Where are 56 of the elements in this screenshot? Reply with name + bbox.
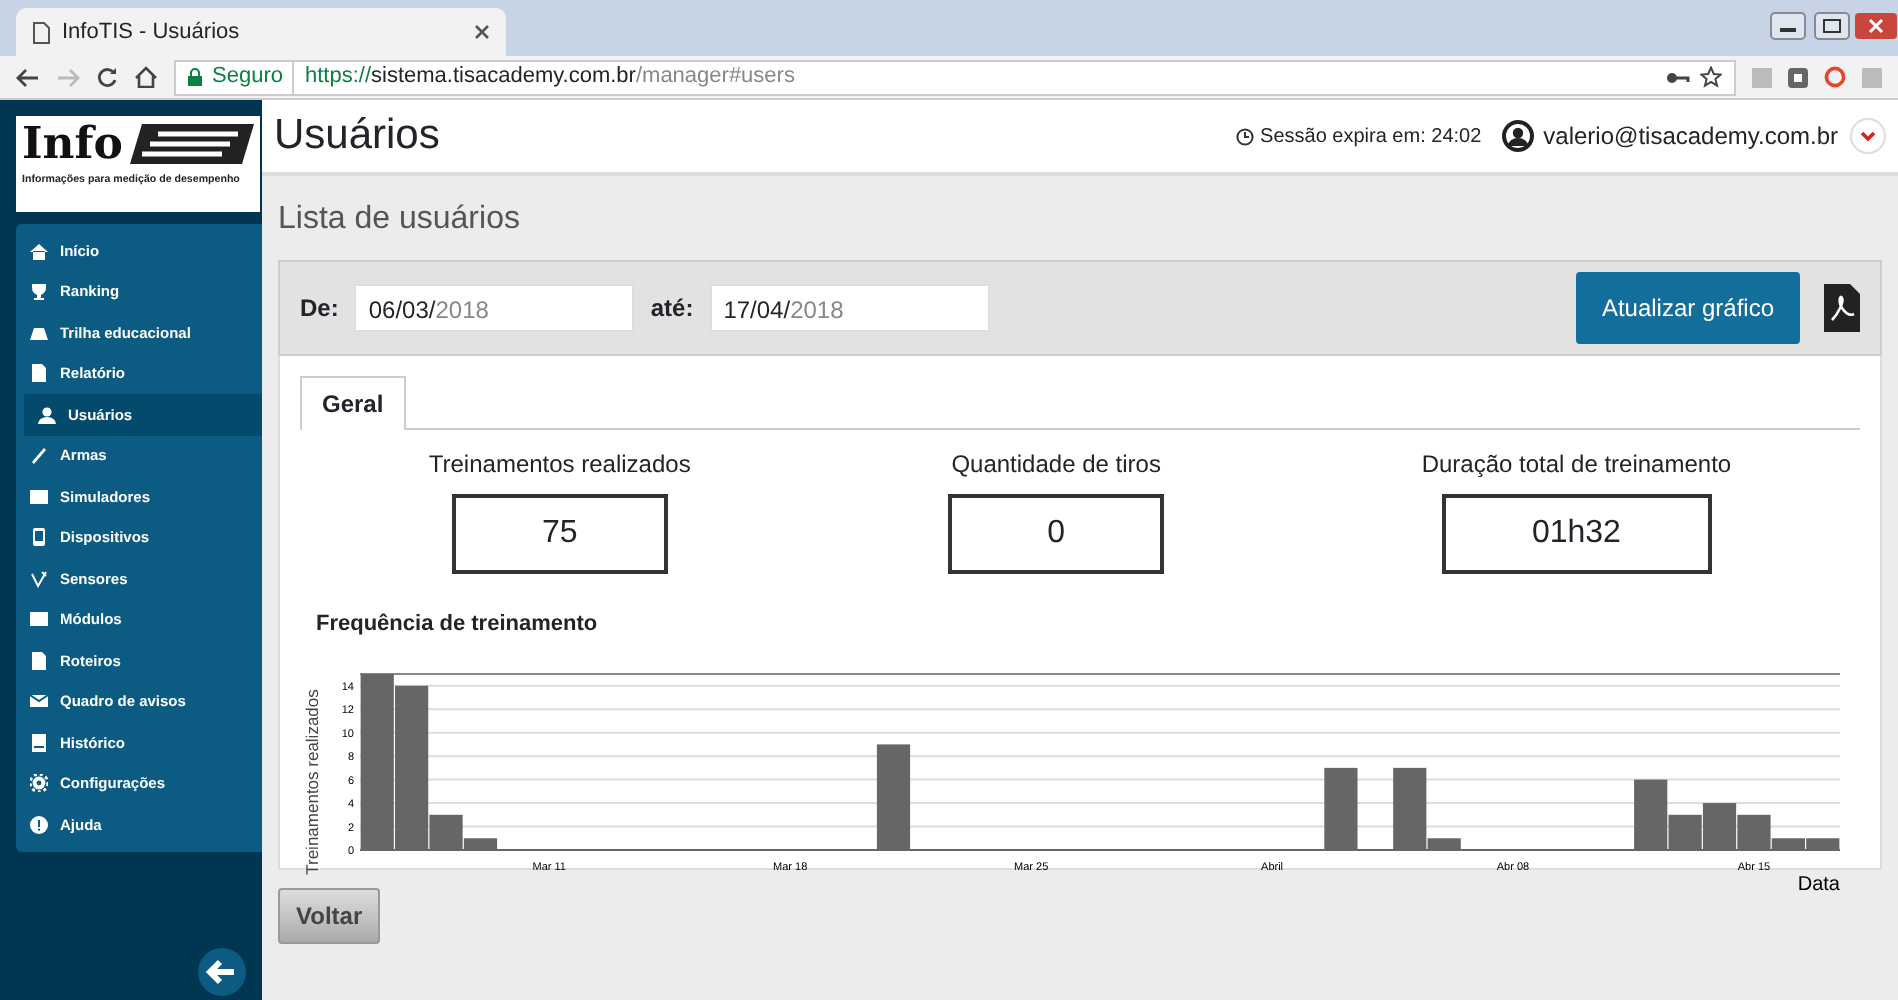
panel-icon	[30, 610, 48, 629]
pdf-icon[interactable]	[1824, 284, 1860, 332]
update-chart-button[interactable]: Atualizar gráfico	[1575, 272, 1800, 344]
home-icon[interactable]	[134, 66, 158, 88]
sensor-icon	[30, 569, 48, 588]
key-icon[interactable]	[1666, 69, 1690, 85]
home-icon	[30, 241, 48, 260]
page-header-title: Usuários	[274, 110, 442, 163]
reload-icon[interactable]	[96, 66, 118, 88]
clock-icon	[1236, 127, 1255, 145]
axis-label: Data	[1797, 873, 1840, 895]
trophy-icon	[30, 282, 48, 301]
page-icon	[32, 21, 50, 43]
stat-label: Quantidade de tiros	[951, 448, 1161, 482]
stat-label: Treinamentos realizados	[428, 448, 691, 482]
gear-icon	[30, 774, 48, 793]
user-email[interactable]: valerio@tisacademy.com.br	[1543, 118, 1838, 154]
back-icon[interactable]	[16, 67, 40, 87]
date-field[interactable]: 17/04/2018	[709, 284, 990, 332]
user-icon	[38, 405, 56, 424]
back-button[interactable]: Voltar	[278, 888, 381, 944]
address-bar[interactable]: Seguro https://sistema.tisacademy.com.br/manager#users	[174, 59, 1736, 95]
lock-icon	[188, 68, 202, 86]
envelope-icon	[30, 692, 48, 711]
document-icon	[30, 651, 48, 670]
chart-title: Frequência de treinamento	[316, 610, 600, 640]
minimize-icon[interactable]	[1770, 12, 1806, 40]
close-icon[interactable]	[1854, 12, 1898, 40]
star-icon[interactable]	[1700, 66, 1722, 88]
url-text: https://sistema.tisacademy.com.br/manager#users	[304, 62, 797, 93]
phone-icon	[30, 528, 48, 547]
axis-label: Treinamentos realizados	[302, 688, 322, 874]
logo-mark	[130, 122, 255, 166]
stat-label: Duração total de treinamento	[1421, 448, 1732, 482]
stat-value: 0	[948, 494, 1165, 574]
close-icon[interactable]	[474, 24, 490, 40]
session-timer: Sessão expira em: 24:02	[1260, 123, 1482, 151]
section-title: Lista de usuários	[278, 200, 522, 240]
browser-tab[interactable]: InfoTIS - Usuários	[16, 8, 506, 56]
dropdown-icon[interactable]	[1850, 118, 1886, 154]
date-field[interactable]: 06/03/2018	[354, 284, 635, 332]
monitor-icon	[30, 487, 48, 506]
stat-value: 01h32	[1441, 494, 1712, 574]
info-icon	[30, 815, 48, 834]
maximize-icon[interactable]	[1814, 12, 1850, 40]
user-avatar-icon[interactable]	[1501, 120, 1534, 152]
field-label: De:	[300, 292, 339, 326]
pen-icon	[30, 446, 48, 465]
tab-title: InfoTIS - Usuários	[62, 17, 242, 48]
stat-value: 75	[451, 494, 668, 574]
book-icon	[30, 733, 48, 752]
tab[interactable]: Geral	[300, 376, 406, 430]
secure-label: Seguro	[212, 60, 295, 94]
document-icon	[30, 364, 48, 383]
logo-text: Info	[22, 122, 123, 166]
field-label: até:	[650, 292, 694, 326]
